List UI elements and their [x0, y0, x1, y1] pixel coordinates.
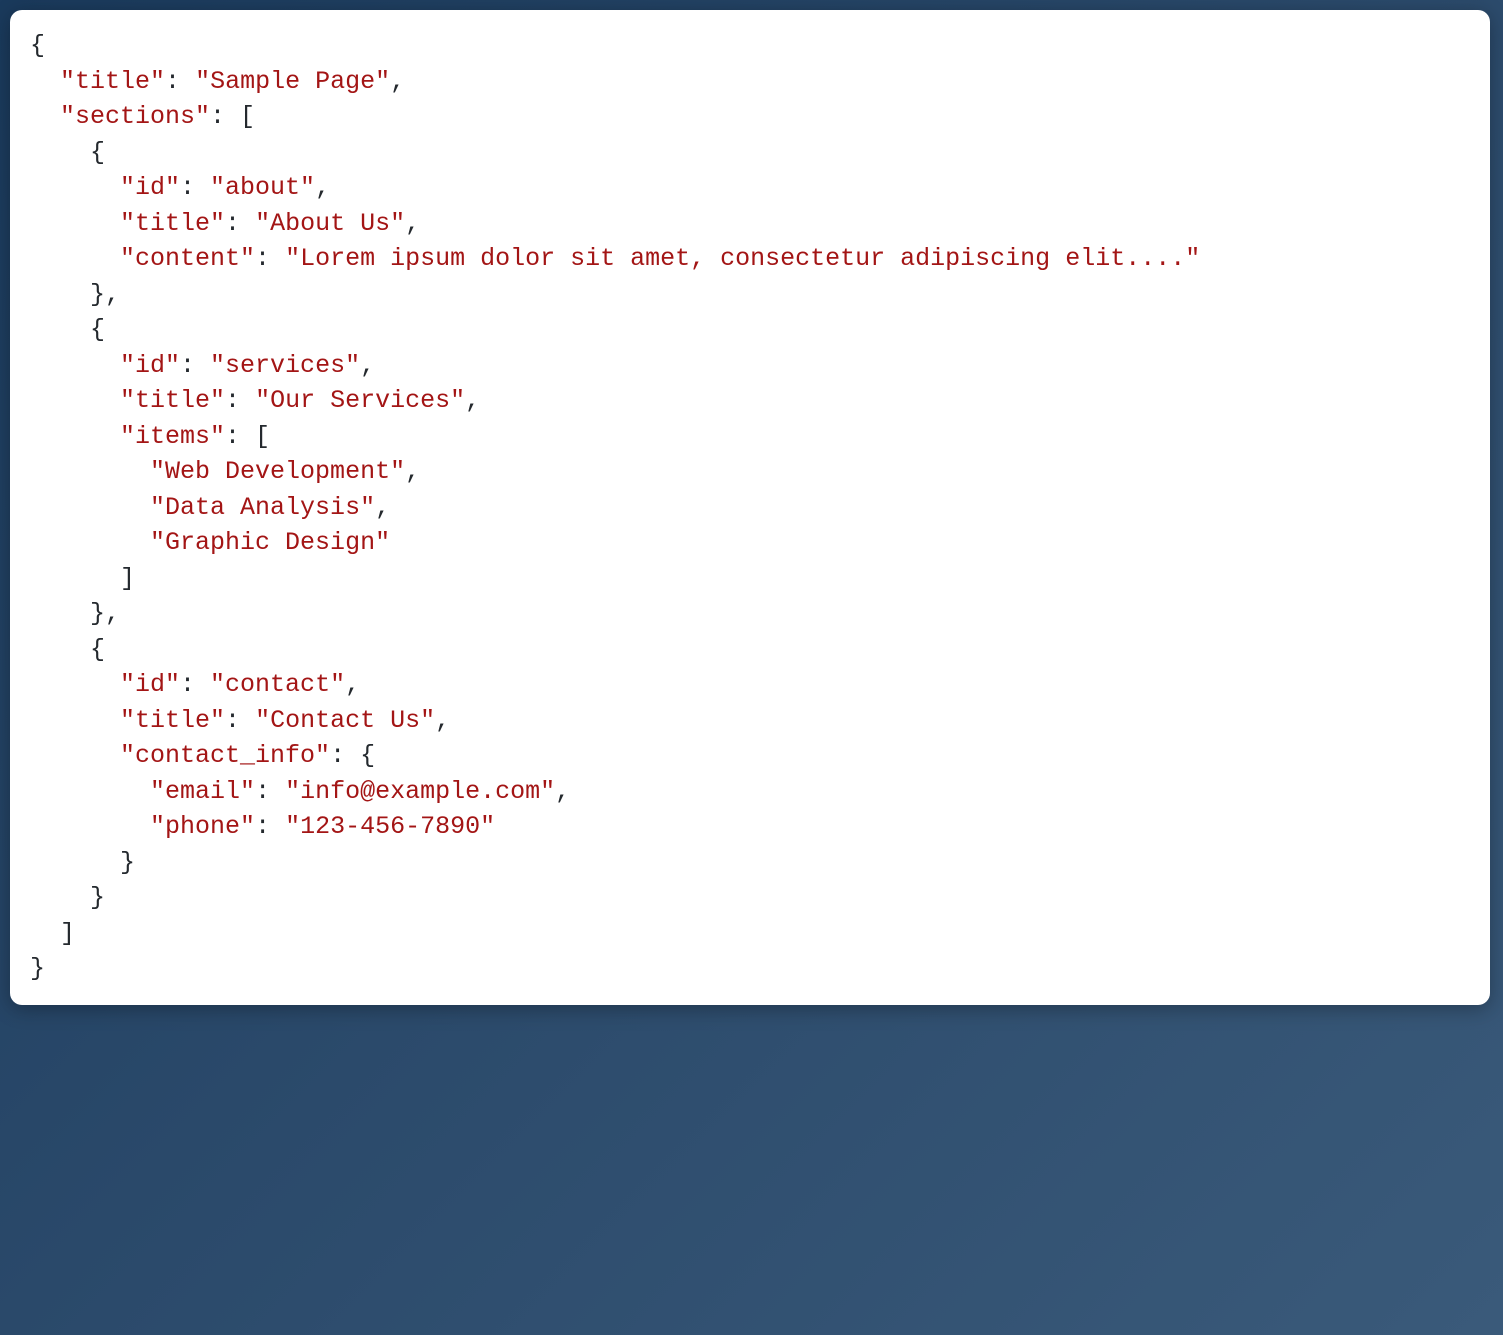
json-punct-token [30, 244, 120, 273]
code-block-card: { "title": "Sample Page", "sections": [ … [10, 10, 1490, 1005]
json-punct-token: { [30, 635, 105, 664]
json-punct-token: }, [30, 280, 120, 309]
json-punct-token: : [225, 386, 255, 415]
json-string-token: "title" [120, 209, 225, 238]
json-punct-token: ] [30, 919, 75, 948]
json-string-token: "Contact Us" [255, 706, 435, 735]
json-punct-token [30, 351, 120, 380]
json-string-token: "Graphic Design" [150, 528, 390, 557]
json-punct-token: : [225, 706, 255, 735]
json-string-token: "about" [210, 173, 315, 202]
json-punct-token: , [375, 493, 390, 522]
json-string-token: "email" [150, 777, 255, 806]
json-string-token: "contact" [210, 670, 345, 699]
json-string-token: "About Us" [255, 209, 405, 238]
json-punct-token: } [30, 848, 135, 877]
json-punct-token [30, 741, 120, 770]
json-string-token: "contact_info" [120, 741, 330, 770]
json-string-token: "Lorem ipsum dolor sit amet, consectetur… [285, 244, 1200, 273]
json-punct-token: } [30, 883, 105, 912]
json-punct-token: , [360, 351, 375, 380]
json-string-token: "id" [120, 670, 180, 699]
json-punct-token [30, 812, 150, 841]
json-string-token: "id" [120, 351, 180, 380]
json-punct-token: { [30, 315, 105, 344]
json-punct-token: , [555, 777, 570, 806]
json-string-token: "content" [120, 244, 255, 273]
json-string-token: "Data Analysis" [150, 493, 375, 522]
json-punct-token: : [ [210, 102, 255, 131]
json-punct-token: , [405, 209, 420, 238]
json-punct-token: } [30, 954, 45, 983]
json-punct-token [30, 493, 150, 522]
json-string-token: "Our Services" [255, 386, 465, 415]
json-punct-token: : [255, 777, 285, 806]
json-punct-token: : [225, 209, 255, 238]
json-punct-token: ] [30, 564, 135, 593]
json-string-token: "title" [120, 386, 225, 415]
json-punct-token [30, 67, 60, 96]
json-string-token: "services" [210, 351, 360, 380]
json-punct-token: { [30, 138, 105, 167]
json-string-token: "title" [60, 67, 165, 96]
json-punct-token: , [405, 457, 420, 486]
json-string-token: "phone" [150, 812, 255, 841]
json-string-token: "123-456-7890" [285, 812, 495, 841]
json-string-token: "sections" [60, 102, 210, 131]
json-punct-token: : [255, 244, 285, 273]
json-punct-token [30, 422, 120, 451]
json-punct-token [30, 102, 60, 131]
json-punct-token [30, 209, 120, 238]
json-string-token: "Sample Page" [195, 67, 390, 96]
json-punct-token: : [180, 351, 210, 380]
json-punct-token [30, 457, 150, 486]
json-punct-token: }, [30, 599, 120, 628]
json-string-token: "id" [120, 173, 180, 202]
json-punct-token: , [345, 670, 360, 699]
json-punct-token [30, 528, 150, 557]
json-punct-token: { [30, 31, 45, 60]
json-punct-token: , [465, 386, 480, 415]
json-punct-token [30, 670, 120, 699]
json-string-token: "info@example.com" [285, 777, 555, 806]
json-string-token: "title" [120, 706, 225, 735]
json-string-token: "Web Development" [150, 457, 405, 486]
json-string-token: "items" [120, 422, 225, 451]
json-punct-token: : [180, 670, 210, 699]
json-code-block: { "title": "Sample Page", "sections": [ … [30, 28, 1470, 987]
json-punct-token [30, 173, 120, 202]
json-punct-token: : [165, 67, 195, 96]
json-punct-token: , [315, 173, 330, 202]
json-punct-token [30, 706, 120, 735]
json-punct-token: : [ [225, 422, 270, 451]
json-punct-token: , [435, 706, 450, 735]
json-punct-token: : [180, 173, 210, 202]
json-punct-token: : [255, 812, 285, 841]
json-punct-token: , [390, 67, 405, 96]
json-punct-token: : { [330, 741, 375, 770]
json-punct-token [30, 386, 120, 415]
json-punct-token [30, 777, 150, 806]
